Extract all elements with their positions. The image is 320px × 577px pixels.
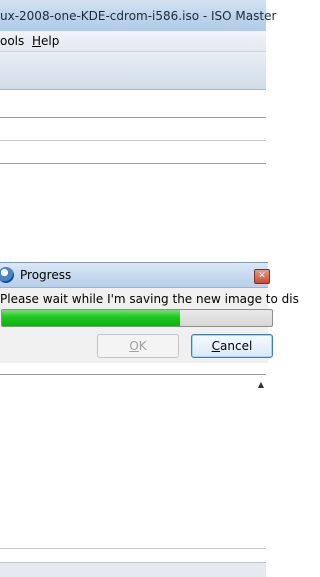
pane-separator: [0, 548, 266, 549]
status-bar: [0, 562, 266, 577]
progress-bar: [1, 309, 273, 327]
iso-pane[interactable]: [0, 397, 266, 562]
sort-ascending-icon[interactable]: ▲: [258, 380, 264, 389]
cancel-button-mnemonic: C: [211, 339, 221, 353]
close-icon[interactable]: ✕: [254, 269, 270, 284]
filesystem-pane[interactable]: [0, 90, 266, 164]
toolbar: [0, 52, 266, 90]
progress-bar-fill: [2, 310, 180, 326]
menu-tools[interactable]: ools: [0, 34, 24, 48]
dialog-titlebar[interactable]: Progress ✕: [0, 263, 270, 288]
pane-separator: [0, 140, 266, 141]
ok-button[interactable]: OK: [97, 334, 179, 358]
main-window-titlebar[interactable]: ux-2008-one-KDE-cdrom-i586.iso - ISO Mas…: [0, 0, 276, 32]
iso-pane-column-header[interactable]: ▲: [0, 374, 266, 398]
menu-help-mnemonic: H: [32, 34, 42, 48]
menu-tools-label-rest: ols: [7, 34, 25, 48]
menu-help[interactable]: Help: [32, 34, 59, 48]
pane-divider[interactable]: [0, 163, 266, 164]
app-icon: [0, 267, 14, 283]
progress-dialog: Progress ✕ Please wait while I'm saving …: [0, 262, 299, 363]
dialog-title: Progress: [20, 268, 72, 282]
pane-separator: [0, 117, 266, 118]
ok-button-mnemonic: O: [129, 339, 139, 353]
ok-button-label: K: [138, 339, 147, 353]
progress-message: Please wait while I'm saving the new ima…: [0, 292, 299, 306]
cancel-button-label: ancel: [220, 339, 253, 353]
window-title: ux-2008-one-KDE-cdrom-i586.iso - ISO Mas…: [0, 9, 277, 23]
menu-bar: ools Help: [0, 31, 266, 52]
cancel-button[interactable]: Cancel: [191, 334, 273, 358]
menu-help-label-rest: elp: [41, 34, 60, 48]
